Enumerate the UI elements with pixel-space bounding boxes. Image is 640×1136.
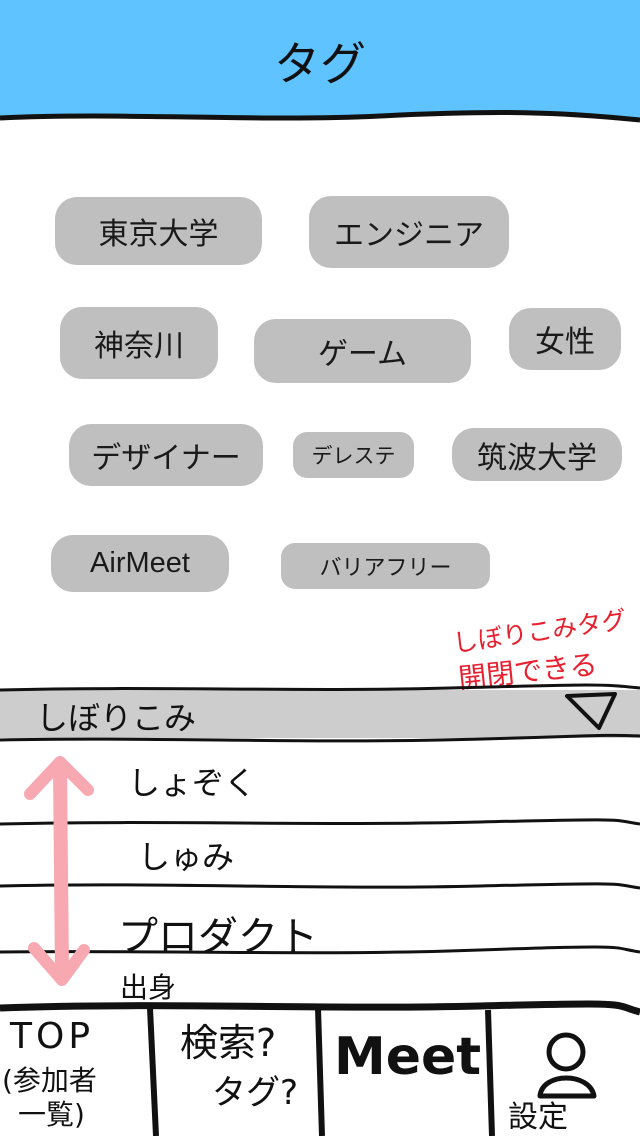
category-dividers (0, 818, 640, 955)
tab-settings[interactable]: 設定 (492, 1010, 640, 1136)
tab-top-sub1: (参加者 (2, 1064, 97, 1097)
tab-top[interactable]: TOP (参加者 一覧) (0, 1010, 150, 1136)
tab-search-label: 検索? (180, 1021, 277, 1065)
header-bar: タグ (0, 0, 640, 130)
tab-search[interactable]: 検索? タグ? (156, 1010, 318, 1136)
triangle-down-icon[interactable] (563, 692, 623, 732)
tab-top-sub2: 一覧) (18, 1098, 85, 1131)
tab-top-label: TOP (10, 1016, 95, 1057)
tag-barrier-free[interactable]: バリアフリー (281, 543, 490, 589)
tag-deresute[interactable]: デレステ (293, 432, 414, 478)
tab-settings-label: 設定 (508, 1100, 568, 1135)
tag-engineer[interactable]: エンジニア (309, 196, 509, 268)
tab-meet-label: Meet (334, 1027, 482, 1087)
filter-label: しぼりこみ (36, 699, 197, 737)
page-title: タグ (274, 37, 366, 91)
tab-meet[interactable]: Meet (322, 1010, 488, 1136)
tag-kanagawa[interactable]: 神奈川 (60, 307, 218, 379)
category-affiliation[interactable]: しょぞく (128, 758, 256, 804)
tag-game[interactable]: ゲーム (254, 319, 471, 383)
tag-tsukuba[interactable]: 筑波大学 (452, 428, 622, 481)
double-arrow-icon (24, 756, 94, 986)
tab-search-sub: タグ? (212, 1073, 299, 1113)
tag-designer[interactable]: デザイナー (69, 424, 263, 486)
header-border (0, 110, 640, 130)
tag-airmeet[interactable]: AirMeet (51, 535, 229, 592)
tag-female[interactable]: 女性 (509, 308, 621, 370)
tag-todai[interactable]: 東京大学 (55, 197, 262, 265)
person-icon (537, 1032, 597, 1099)
